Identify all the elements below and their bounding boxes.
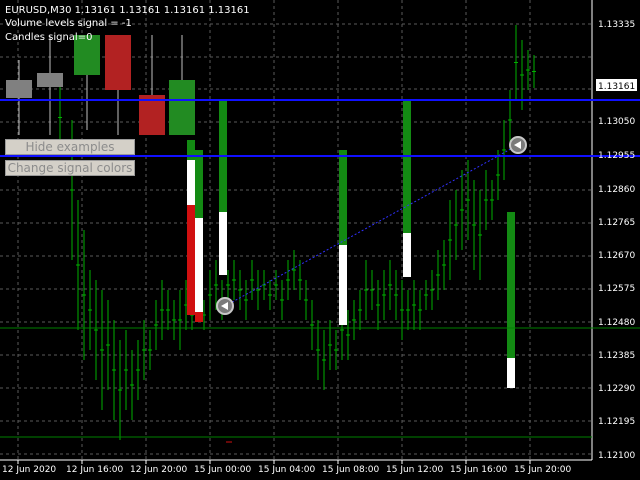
price-label: 1.12670 xyxy=(598,251,635,261)
price-label: 1.12385 xyxy=(598,351,635,361)
signal-bar-segment xyxy=(187,160,195,205)
legend-candle xyxy=(37,73,63,87)
time-axis: 12 Jun 2020 12 Jun 16:00 12 Jun 20:00 15 Ju… xyxy=(2,460,571,475)
signal-bar-segment xyxy=(195,238,203,312)
current-price-tag: 1.13161 xyxy=(596,79,637,92)
time-label: 15 Jun 16:00 xyxy=(450,465,507,475)
legend-candle xyxy=(105,35,131,90)
legend-candle xyxy=(6,80,32,98)
time-label: 12 Jun 2020 xyxy=(2,465,56,475)
price-label: 1.12860 xyxy=(598,185,635,195)
signal-bar-segment xyxy=(507,358,515,388)
price-label: 1.12765 xyxy=(598,218,635,228)
price-label: 1.12195 xyxy=(598,417,635,427)
price-label: 1.12575 xyxy=(598,284,635,294)
signal-bar-segment xyxy=(187,205,195,315)
time-label: 15 Jun 12:00 xyxy=(386,465,443,475)
signal-bar-segment xyxy=(403,233,411,277)
price-chart: EURUSD,M30 1.13161 1.13161 1.13161 1.131… xyxy=(0,0,640,475)
signal-bar-segment xyxy=(507,212,515,358)
signal-bar-segment xyxy=(195,218,203,238)
price-label: 1.13335 xyxy=(598,20,635,30)
price-label: 1.12100 xyxy=(598,451,635,461)
price-label: 1.12480 xyxy=(598,318,635,328)
signal-bar-segment xyxy=(219,212,227,275)
legend-candle xyxy=(169,80,195,135)
candles-signal-text: Candles signal=0 xyxy=(5,32,92,43)
price-label: 1.12290 xyxy=(598,384,635,394)
signal-bar-segment xyxy=(195,150,203,218)
signal-legend xyxy=(6,35,195,135)
signal-bar-segment xyxy=(403,100,411,233)
hide-examples-button[interactable]: Hide examples xyxy=(5,139,135,155)
time-label: 15 Jun 04:00 xyxy=(258,465,315,475)
change-signal-colors-button[interactable]: Change signal colors xyxy=(5,160,135,176)
time-label: 15 Jun 00:00 xyxy=(194,465,251,475)
time-label: 12 Jun 20:00 xyxy=(130,465,187,475)
signal-bar-segment xyxy=(339,150,347,245)
price-label: 1.12955 xyxy=(598,151,635,161)
price-label: 1.13050 xyxy=(598,117,635,127)
time-label: 15 Jun 20:00 xyxy=(514,465,571,475)
symbol-line: EURUSD,M30 1.13161 1.13161 1.13161 1.131… xyxy=(5,5,250,16)
time-label: 12 Jun 16:00 xyxy=(66,465,123,475)
signal-bar-segment xyxy=(195,312,203,322)
time-label: 15 Jun 08:00 xyxy=(322,465,379,475)
volume-signal-text: Volume levels signal = -1 xyxy=(5,18,132,29)
signal-bar-segment xyxy=(339,245,347,325)
current-price-text: 1.13161 xyxy=(598,82,635,92)
